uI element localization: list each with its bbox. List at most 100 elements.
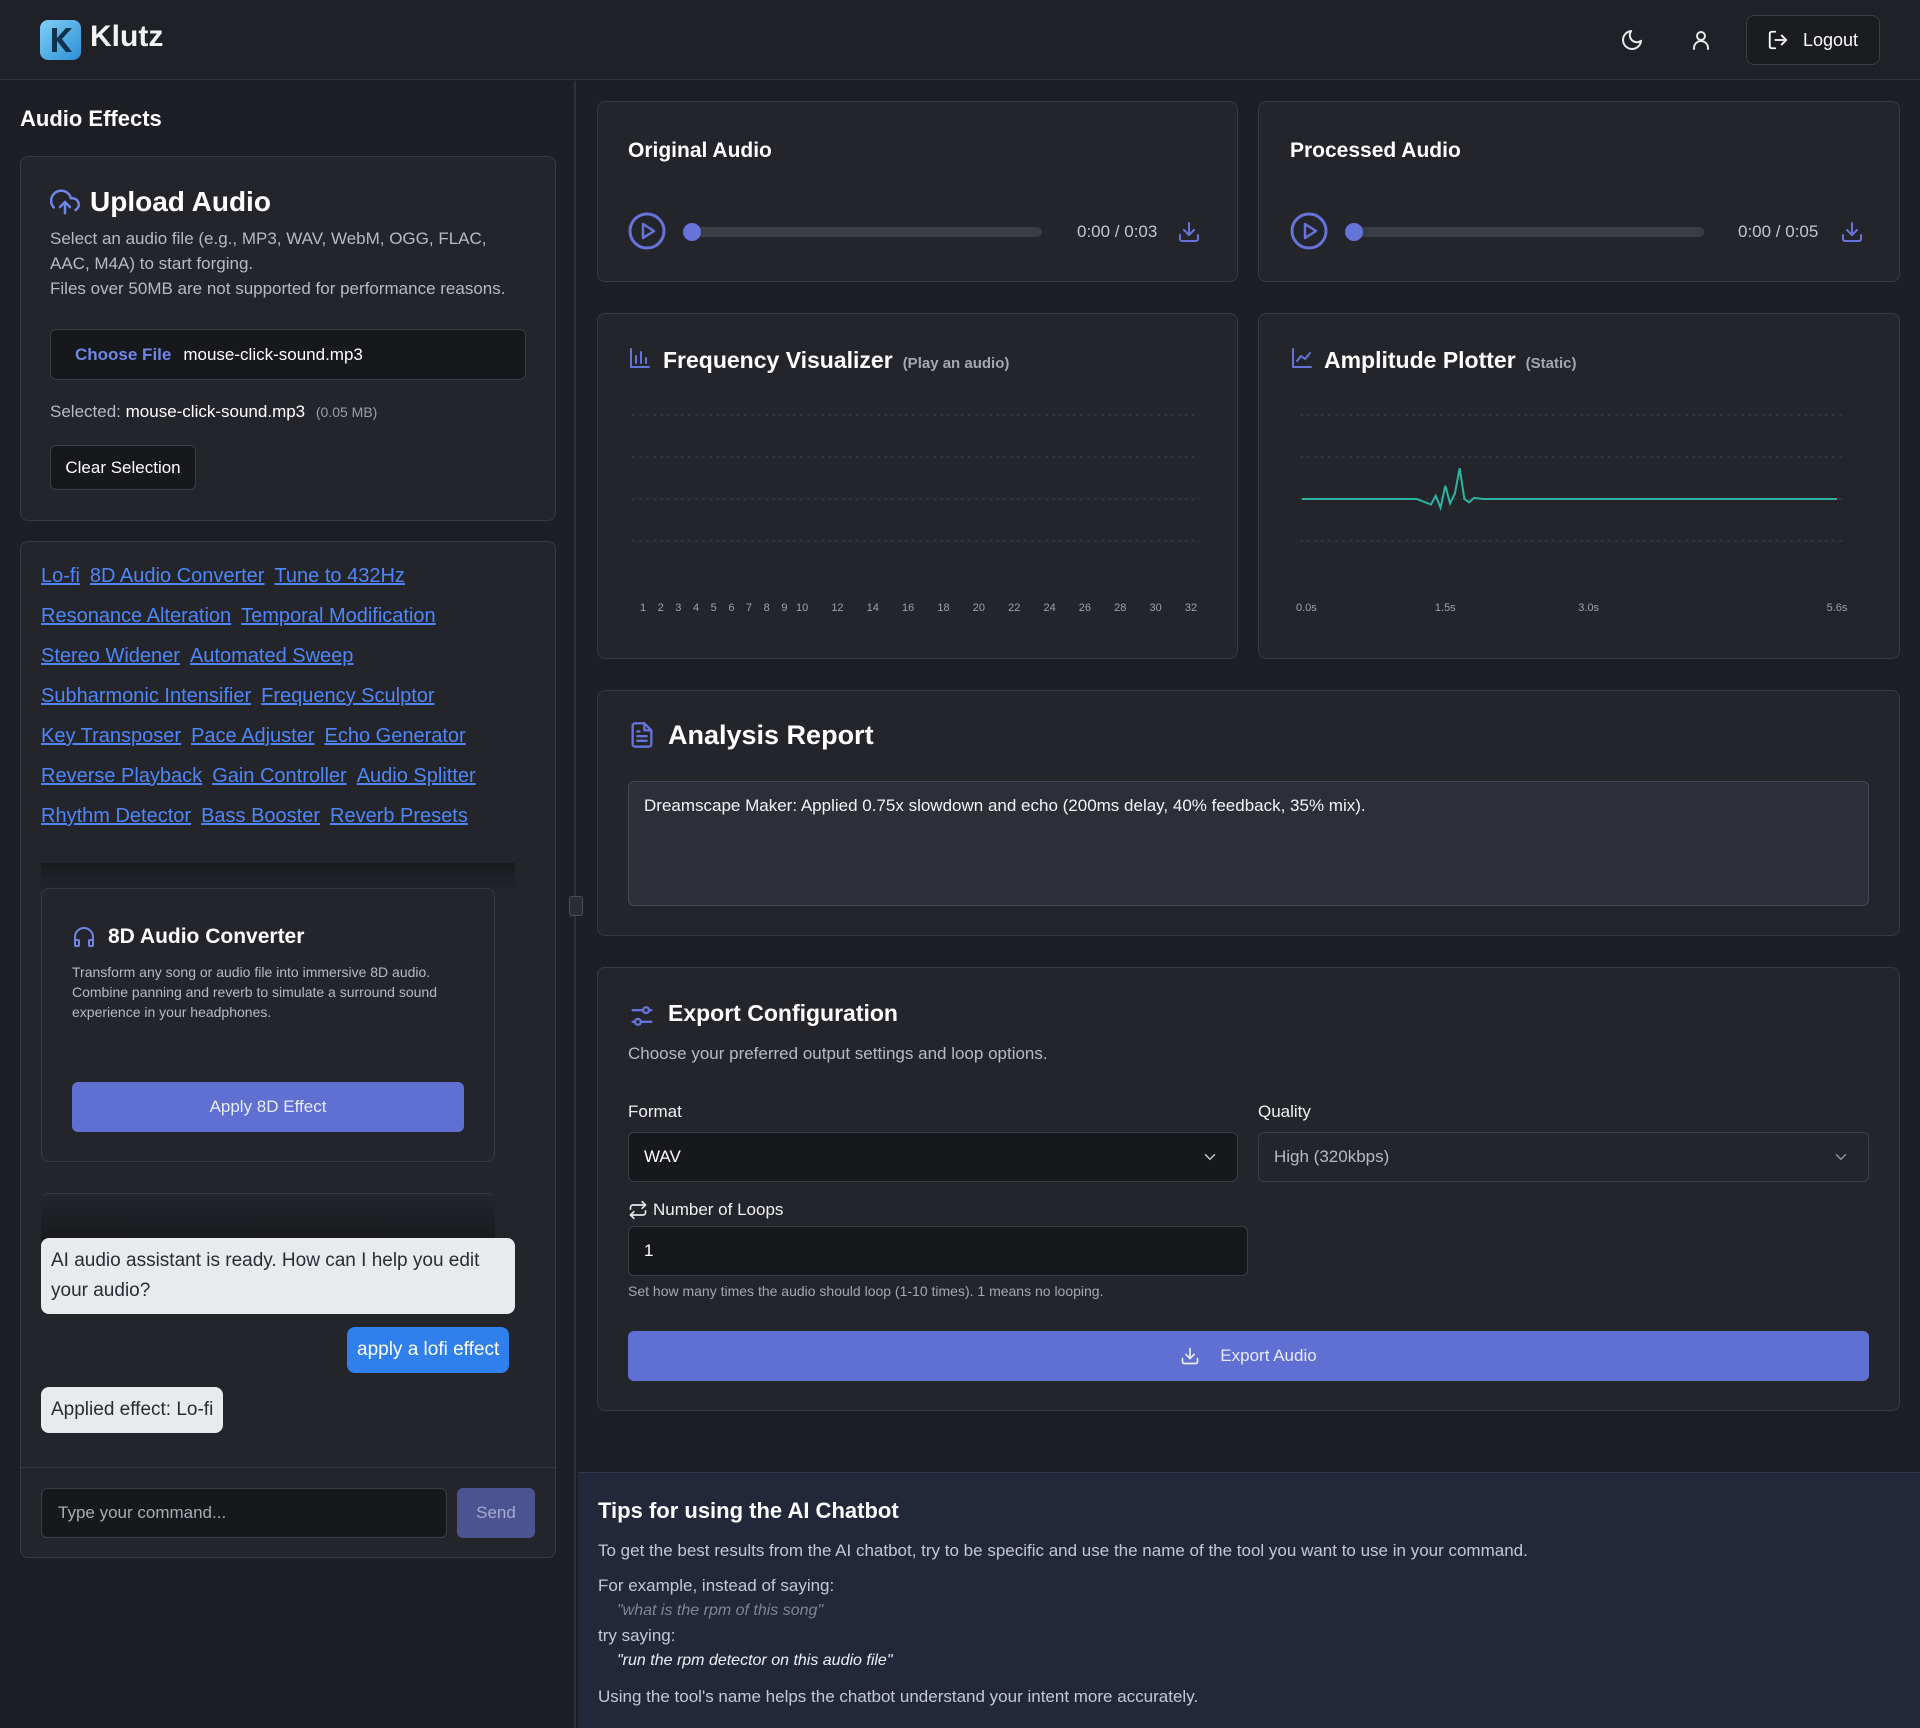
tool-link-lo-fi[interactable]: Lo-fi xyxy=(41,565,80,588)
headphones-icon xyxy=(74,927,94,947)
user-icon[interactable] xyxy=(1689,28,1713,52)
tool-row: Key Transposer Pace Adjuster Echo Genera… xyxy=(41,725,466,748)
processed-progress-knob[interactable] xyxy=(1345,223,1363,241)
amp-tick-label: 0.0s xyxy=(1296,602,1317,614)
tool-link-bass-booster[interactable]: Bass Booster xyxy=(201,805,320,828)
freq-tick-label: 1 xyxy=(640,602,646,614)
chat-message-user: apply a lofi effect xyxy=(347,1327,510,1373)
resize-handle[interactable] xyxy=(569,896,583,916)
tool-link-tune-to-432hz[interactable]: Tune to 432Hz xyxy=(274,565,404,588)
document-icon xyxy=(631,722,653,748)
choose-file-button[interactable]: Choose File xyxy=(75,345,171,365)
freq-tick-label: 3 xyxy=(675,602,681,614)
upload-desc-line1: Select an audio file (e.g., MP3, WAV, We… xyxy=(50,229,487,273)
send-button[interactable]: Send xyxy=(457,1488,535,1538)
original-progress-track[interactable] xyxy=(683,227,1042,237)
loops-help-text: Set how many times the audio should loop… xyxy=(628,1283,1104,1299)
freq-tick-label: 30 xyxy=(1150,602,1162,614)
effect-panel-title: 8D Audio Converter xyxy=(108,925,305,948)
original-audio-card xyxy=(597,101,1238,282)
chat-message-bot: Applied effect: Lo-fi xyxy=(41,1387,224,1433)
tool-link-pace-adjuster[interactable]: Pace Adjuster xyxy=(191,725,314,748)
amp-tick-label: 5.6s xyxy=(1827,602,1848,614)
download-icon[interactable] xyxy=(1177,220,1201,244)
tips-good-example: "run the rpm detector on this audio file… xyxy=(617,1652,893,1669)
play-icon[interactable] xyxy=(628,212,666,250)
amplitude-title-text: Amplitude Plotter xyxy=(1324,347,1516,373)
tool-link-8d-audio-converter[interactable]: 8D Audio Converter xyxy=(90,565,265,588)
freq-tick-label: 26 xyxy=(1079,602,1091,614)
amplitude-chart: 0.0s 1.5s 3.0s 5.6s xyxy=(1296,414,1848,614)
freq-tick-label: 22 xyxy=(1008,602,1020,614)
tips-instead: For example, instead of saying: xyxy=(598,1576,835,1595)
play-icon[interactable] xyxy=(1290,212,1328,250)
selected-file-size: (0.05 MB) xyxy=(315,404,378,420)
amplitude-subtitle: (Static) xyxy=(1525,355,1577,372)
amp-tick-label: 1.5s xyxy=(1435,602,1456,614)
frequency-subtitle: (Play an audio) xyxy=(902,355,1010,372)
tool-link-key-transposer[interactable]: Key Transposer xyxy=(41,725,181,748)
tool-row: Resonance Alteration Temporal Modificati… xyxy=(41,605,436,628)
chat-panel-header xyxy=(41,1193,495,1243)
analysis-report-textarea[interactable]: Dreamscape Maker: Applied 0.75x slowdown… xyxy=(628,781,1869,906)
processed-time: 0:00 / 0:05 xyxy=(1738,222,1819,241)
analysis-report-title: Analysis Report xyxy=(668,720,874,750)
processed-progress-track[interactable] xyxy=(1345,227,1704,237)
freq-tick-label: 20 xyxy=(973,602,985,614)
tool-link-rhythm-detector[interactable]: Rhythm Detector xyxy=(41,805,191,828)
tool-link-automated-sweep[interactable]: Automated Sweep xyxy=(190,645,353,668)
repeat-icon xyxy=(629,1200,647,1220)
tool-link-frequency-sculptor[interactable]: Frequency Sculptor xyxy=(261,685,434,708)
selected-file-info: Selected: mouse-click-sound.mp3 (0.05 MB… xyxy=(50,402,377,422)
amp-tick-label: 3.0s xyxy=(1578,602,1599,614)
moon-icon[interactable] xyxy=(1620,28,1644,52)
tool-row: Rhythm Detector Bass Booster Reverb Pres… xyxy=(41,805,468,828)
logout-button[interactable]: Logout xyxy=(1746,15,1880,65)
amplitude-plotter-title: Amplitude Plotter (Static) xyxy=(1324,347,1577,374)
line-chart-icon xyxy=(1292,348,1312,368)
brand-name[interactable]: Klutz xyxy=(90,20,163,54)
file-input[interactable]: Choose File mouse-click-sound.mp3 xyxy=(50,329,526,380)
download-icon[interactable] xyxy=(1840,220,1864,244)
upload-title: Upload Audio xyxy=(90,186,271,217)
tool-link-stereo-widener[interactable]: Stereo Widener xyxy=(41,645,180,668)
tool-link-gain-controller[interactable]: Gain Controller xyxy=(212,765,347,788)
klutz-logo-icon[interactable] xyxy=(40,20,81,60)
logout-icon xyxy=(1768,30,1788,50)
freq-tick-label: 7 xyxy=(746,602,752,614)
chevron-down-icon xyxy=(1835,1154,1847,1161)
original-time: 0:00 / 0:03 xyxy=(1077,222,1158,241)
freq-tick-label: 10 xyxy=(796,602,808,614)
tool-link-resonance-alteration[interactable]: Resonance Alteration xyxy=(41,605,231,628)
file-name: mouse-click-sound.mp3 xyxy=(183,344,363,364)
apply-8d-effect-button[interactable]: Apply 8D Effect xyxy=(72,1082,464,1132)
freq-tick-label: 5 xyxy=(711,602,717,614)
download-icon xyxy=(1181,1347,1199,1365)
tool-link-reverb-presets[interactable]: Reverb Presets xyxy=(330,805,468,828)
chat-command-input[interactable]: Type your command... xyxy=(41,1488,447,1538)
processed-audio-card xyxy=(1258,101,1900,282)
export-audio-label: Export Audio xyxy=(1220,1346,1317,1365)
tool-link-subharmonic-intensifier[interactable]: Subharmonic Intensifier xyxy=(41,685,251,708)
freq-tick-label: 32 xyxy=(1185,602,1197,614)
tool-link-temporal-modification[interactable]: Temporal Modification xyxy=(241,605,436,628)
format-select[interactable]: WAV xyxy=(628,1132,1238,1182)
freq-tick-label: 6 xyxy=(728,602,734,614)
tips-intro: To get the best results from the AI chat… xyxy=(598,1541,1528,1560)
tool-row: Lo-fi 8D Audio Converter Tune to 432Hz xyxy=(41,565,405,588)
original-progress-knob[interactable] xyxy=(683,223,701,241)
tips-try: try saying: xyxy=(598,1626,676,1645)
tips-outro: Using the tool's name helps the chatbot … xyxy=(598,1687,1199,1706)
tool-link-echo-generator[interactable]: Echo Generator xyxy=(325,725,466,748)
tool-link-audio-splitter[interactable]: Audio Splitter xyxy=(357,765,476,788)
original-audio-title: Original Audio xyxy=(628,139,772,162)
tips-bad-example: "what is the rpm of this song" xyxy=(617,1602,824,1619)
freq-tick-label: 2 xyxy=(658,602,664,614)
chat-divider xyxy=(20,1467,556,1468)
quality-select[interactable]: High (320kbps) xyxy=(1258,1132,1869,1182)
export-audio-button[interactable]: Export Audio xyxy=(628,1331,1869,1381)
clear-selection-button[interactable]: Clear Selection xyxy=(50,445,196,490)
loops-input[interactable]: 1 xyxy=(628,1226,1248,1276)
tool-link-reverse-playback[interactable]: Reverse Playback xyxy=(41,765,202,788)
logout-label: Logout xyxy=(1803,29,1859,50)
